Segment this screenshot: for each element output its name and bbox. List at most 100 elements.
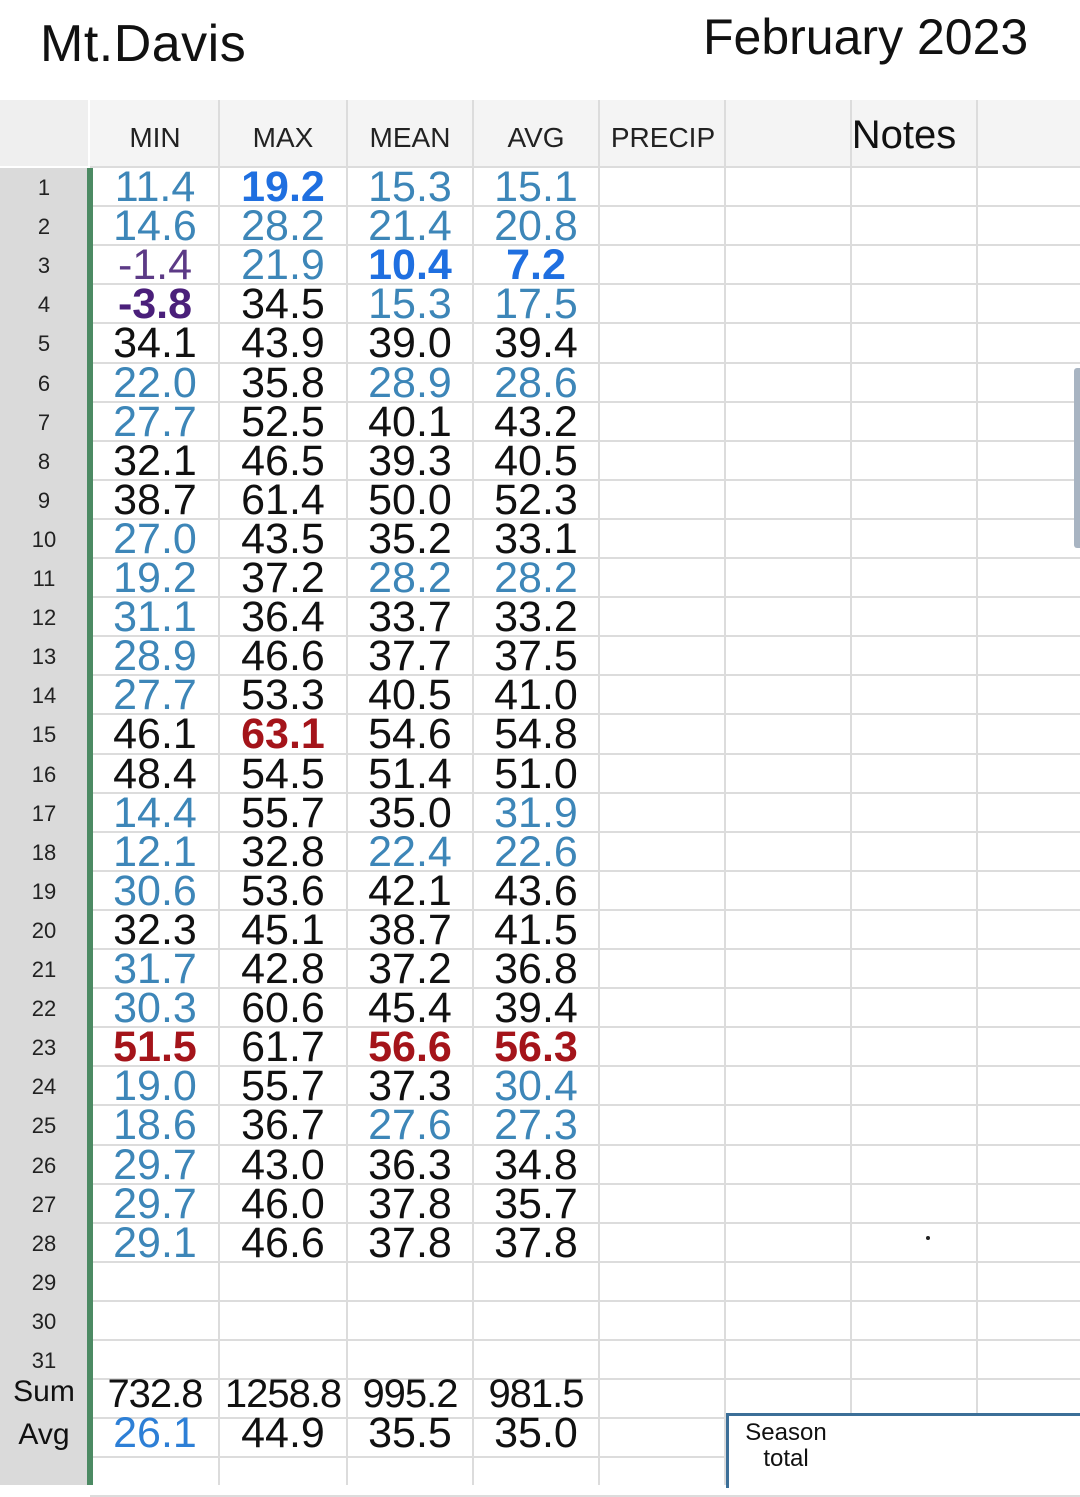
data-cell[interactable]: 34.8 (474, 1144, 598, 1187)
data-cell[interactable]: 43.5 (220, 518, 346, 561)
data-cell[interactable]: 56.6 (348, 1026, 472, 1069)
data-cell[interactable]: 32.8 (220, 831, 346, 874)
row-number[interactable]: 16 (0, 762, 88, 788)
data-cell[interactable]: 34.5 (220, 283, 346, 326)
data-cell[interactable]: 37.3 (348, 1065, 472, 1108)
data-cell[interactable]: 21.9 (220, 244, 346, 287)
row-number[interactable]: 17 (0, 801, 88, 827)
row-number[interactable]: 23 (0, 1035, 88, 1061)
data-cell[interactable]: 12.1 (92, 831, 218, 874)
data-cell[interactable]: 41.5 (474, 909, 598, 952)
data-cell[interactable]: 51.4 (348, 753, 472, 796)
row-number[interactable]: 7 (0, 410, 88, 436)
row-number[interactable]: 13 (0, 644, 88, 670)
data-cell[interactable]: 37.8 (474, 1222, 598, 1265)
data-cell[interactable]: 40.1 (348, 401, 472, 444)
data-cell[interactable]: 42.8 (220, 948, 346, 991)
data-cell[interactable]: 53.6 (220, 870, 346, 913)
row-number[interactable]: 22 (0, 996, 88, 1022)
data-cell[interactable]: 10.4 (348, 244, 472, 287)
data-cell[interactable]: 14.4 (92, 792, 218, 835)
avg-cell[interactable]: 44.9 (220, 1412, 346, 1455)
data-cell[interactable]: 38.7 (348, 909, 472, 952)
data-cell[interactable]: 41.0 (474, 674, 598, 717)
row-number[interactable]: 5 (0, 331, 88, 357)
data-cell[interactable]: 39.0 (348, 322, 472, 365)
data-cell[interactable]: 18.6 (92, 1104, 218, 1147)
data-cell[interactable]: 22.6 (474, 831, 598, 874)
data-cell[interactable]: 37.8 (348, 1183, 472, 1226)
data-cell[interactable]: -1.4 (92, 244, 218, 287)
row-number[interactable]: 27 (0, 1192, 88, 1218)
row-number[interactable]: 14 (0, 683, 88, 709)
data-cell[interactable]: 31.7 (92, 948, 218, 991)
sum-cell[interactable]: 1258.8 (218, 1374, 348, 1414)
sum-cell[interactable]: 995.2 (346, 1374, 474, 1414)
data-cell[interactable]: 46.1 (92, 713, 218, 756)
row-number[interactable]: 8 (0, 449, 88, 475)
data-cell[interactable]: 55.7 (220, 792, 346, 835)
row-number[interactable]: 28 (0, 1231, 88, 1257)
data-cell[interactable]: 29.1 (92, 1222, 218, 1265)
data-cell[interactable]: 29.7 (92, 1144, 218, 1187)
data-cell[interactable]: 46.0 (220, 1183, 346, 1226)
data-cell[interactable]: 33.2 (474, 596, 598, 639)
data-cell[interactable]: 35.2 (348, 518, 472, 561)
data-cell[interactable]: 35.8 (220, 362, 346, 405)
data-cell[interactable]: 15.3 (348, 283, 472, 326)
sum-cell[interactable]: 732.8 (90, 1374, 220, 1414)
avg-cell[interactable]: 35.5 (348, 1412, 472, 1455)
data-cell[interactable]: 31.1 (92, 596, 218, 639)
data-cell[interactable]: 45.4 (348, 987, 472, 1030)
data-cell[interactable]: 51.0 (474, 753, 598, 796)
data-cell[interactable]: 30.3 (92, 987, 218, 1030)
data-cell[interactable]: 43.9 (220, 322, 346, 365)
column-header-notes[interactable]: Notes (728, 100, 1080, 166)
data-cell[interactable]: 51.5 (92, 1026, 218, 1069)
data-cell[interactable]: 38.7 (92, 479, 218, 522)
row-number[interactable]: 31 (0, 1348, 88, 1374)
data-cell[interactable]: 43.2 (474, 401, 598, 444)
data-cell[interactable]: 48.4 (92, 753, 218, 796)
data-cell[interactable]: 27.7 (92, 674, 218, 717)
data-cell[interactable]: 52.3 (474, 479, 598, 522)
data-cell[interactable]: 19.0 (92, 1065, 218, 1108)
row-number[interactable]: 2 (0, 214, 88, 240)
data-cell[interactable]: 34.1 (92, 322, 218, 365)
column-header-precip[interactable]: PRECIP (600, 100, 726, 166)
data-cell[interactable]: 39.4 (474, 987, 598, 1030)
data-cell[interactable]: 32.3 (92, 909, 218, 952)
data-cell[interactable]: 28.2 (348, 557, 472, 600)
data-cell[interactable]: 46.6 (220, 1222, 346, 1265)
column-header-min[interactable]: MIN (92, 100, 218, 166)
data-cell[interactable]: 27.7 (92, 401, 218, 444)
row-number[interactable]: 21 (0, 957, 88, 983)
data-cell[interactable]: 11.4 (92, 166, 218, 209)
data-cell[interactable]: 40.5 (348, 674, 472, 717)
scroll-handle[interactable] (1074, 368, 1080, 548)
data-cell[interactable]: 61.4 (220, 479, 346, 522)
data-cell[interactable]: 33.7 (348, 596, 472, 639)
column-header-max[interactable]: MAX (220, 100, 346, 166)
row-number[interactable]: 15 (0, 722, 88, 748)
data-cell[interactable]: 43.0 (220, 1144, 346, 1187)
data-cell[interactable]: 60.6 (220, 987, 346, 1030)
row-number[interactable]: 18 (0, 840, 88, 866)
data-cell[interactable]: -3.8 (92, 283, 218, 326)
data-cell[interactable]: 15.1 (474, 166, 598, 209)
row-number[interactable]: 24 (0, 1074, 88, 1100)
row-number[interactable]: 1 (0, 175, 88, 201)
data-cell[interactable]: 15.3 (348, 166, 472, 209)
data-cell[interactable]: 54.6 (348, 713, 472, 756)
data-cell[interactable]: 63.1 (220, 713, 346, 756)
data-cell[interactable]: 17.5 (474, 283, 598, 326)
data-cell[interactable]: 37.2 (348, 948, 472, 991)
data-cell[interactable]: 37.5 (474, 635, 598, 678)
data-cell[interactable]: 52.5 (220, 401, 346, 444)
row-number[interactable]: 19 (0, 879, 88, 905)
data-cell[interactable]: 28.2 (220, 205, 346, 248)
data-cell[interactable]: 37.2 (220, 557, 346, 600)
data-cell[interactable]: 55.7 (220, 1065, 346, 1108)
row-number[interactable]: 11 (0, 566, 88, 592)
sum-cell[interactable]: 981.5 (472, 1374, 600, 1414)
